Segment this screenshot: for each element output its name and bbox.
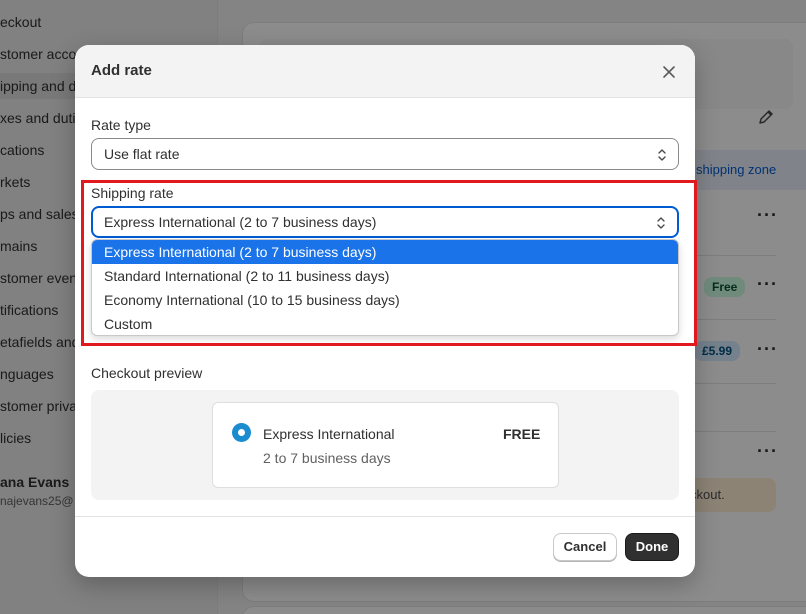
shipping-rate-options: Express International (2 to 7 business d… [91, 239, 679, 336]
option-custom[interactable]: Custom [92, 312, 678, 335]
rate-type-value: Use flat rate [104, 146, 180, 162]
option-express-international[interactable]: Express International (2 to 7 business d… [92, 240, 678, 264]
shipping-rate-label: Shipping rate [91, 185, 174, 201]
option-standard-international[interactable]: Standard International (2 to 11 business… [92, 264, 678, 288]
select-chevrons-icon [658, 149, 666, 161]
preview-rate-name: Express International [263, 426, 395, 442]
option-economy-international[interactable]: Economy International (10 to 15 business… [92, 288, 678, 312]
select-chevrons-icon [657, 217, 665, 229]
checkout-preview-label: Checkout preview [91, 365, 203, 381]
modal-title: Add rate [91, 62, 152, 79]
rate-type-select[interactable]: Use flat rate [91, 138, 679, 170]
shipping-rate-value: Express International (2 to 7 business d… [104, 214, 377, 230]
cancel-button[interactable]: Cancel [553, 533, 617, 561]
done-button[interactable]: Done [625, 533, 679, 561]
preview-rate-card [212, 402, 559, 488]
modal-header: Add rate [75, 45, 695, 98]
radio-selected-icon [232, 423, 251, 442]
preview-rate-price: FREE [503, 426, 541, 442]
footer-divider [75, 516, 695, 517]
add-rate-modal: Add rate Rate type Use flat rate Shippin… [75, 45, 695, 577]
preview-rate-days: 2 to 7 business days [263, 450, 391, 466]
close-icon[interactable] [659, 62, 679, 82]
shipping-rate-select[interactable]: Express International (2 to 7 business d… [91, 206, 679, 238]
rate-type-label: Rate type [91, 117, 151, 133]
